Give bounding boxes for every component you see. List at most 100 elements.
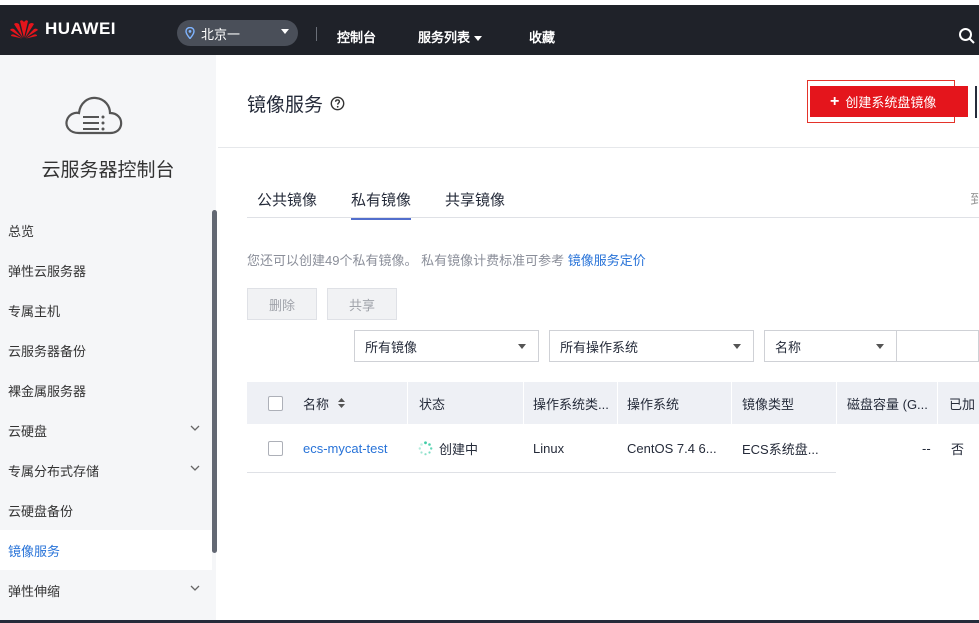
chevron-down-icon <box>190 585 200 591</box>
huawei-logo[interactable]: HUAWEI <box>9 19 116 39</box>
location-pin-icon <box>185 27 195 39</box>
sidebar-item-overview[interactable]: 总览 <box>0 210 212 250</box>
sidebar-item-auto-scaling[interactable]: 弹性伸缩 <box>0 570 212 610</box>
column-image-type-label: 镜像类型 <box>742 396 795 412</box>
top-navigation-bar: HUAWEI 北京一 控制台 服务列表 收藏 <box>0 5 979 55</box>
cell-encrypted: 否 <box>951 441 965 457</box>
nav-favorites[interactable]: 收藏 <box>529 27 555 46</box>
image-name-link[interactable]: ecs-mycat-test <box>303 441 388 456</box>
sidebar-title: 云服务器控制台 <box>41 160 175 181</box>
tab-private-images[interactable]: 私有镜像 <box>351 189 412 220</box>
sidebar-scrollbar[interactable] <box>212 210 217 553</box>
row-divider <box>247 472 836 473</box>
nav-console[interactable]: 控制台 <box>337 27 376 46</box>
column-os-label: 操作系统 <box>627 396 680 412</box>
image-scope-value: 所有镜像 <box>365 339 418 355</box>
sidebar: 云服务器控制台 总览 弹性云服务器 专属主机 云服务器备份 裸金属服务器 云硬盘… <box>0 55 217 623</box>
loading-spinner-icon <box>418 440 433 455</box>
cell-image-type: ECS系统盘... <box>742 441 819 457</box>
column-divider <box>937 382 938 424</box>
image-scope-select[interactable]: 所有镜像 <box>354 330 539 362</box>
table-header: 名称 状态 操作系统类... 操作系统 镜像类型 磁盘容量 (G... 已加 <box>247 382 979 424</box>
sidebar-item-label: 弹性伸缩 <box>8 583 61 599</box>
nav-service-list[interactable]: 服务列表 <box>418 27 483 46</box>
plus-icon: + <box>830 92 840 110</box>
column-name[interactable]: 名称 <box>293 382 407 424</box>
os-value: 所有操作系统 <box>560 339 639 355</box>
status-text: 创建中 <box>439 441 479 457</box>
header-divider <box>218 147 979 148</box>
search-field-select[interactable]: 名称 <box>764 330 897 362</box>
sidebar-header: 云服务器控制台 <box>0 55 216 207</box>
brand-name: HUAWEI <box>45 19 116 38</box>
sidebar-item-evs[interactable]: 云硬盘 <box>0 410 212 450</box>
huawei-flower-icon <box>10 20 38 39</box>
column-os-type: 操作系统类... <box>523 382 617 424</box>
column-name-label: 名称 <box>303 396 330 412</box>
sidebar-item-disk-backup[interactable]: 云硬盘备份 <box>0 490 212 530</box>
cell-os: CentOS 7.4 6... <box>627 440 717 456</box>
image-tabs: 公共镜像 私有镜像 共享镜像 <box>247 186 979 220</box>
sidebar-item-ecs[interactable]: 弹性云服务器 <box>0 250 212 290</box>
sidebar-item-image-service[interactable]: 镜像服务 <box>0 530 212 570</box>
share-button[interactable]: 共享 <box>327 288 397 320</box>
column-divider <box>407 382 408 424</box>
help-icon[interactable] <box>330 96 345 111</box>
sidebar-item-server-backup[interactable]: 云服务器备份 <box>0 330 212 370</box>
row-checkbox[interactable] <box>268 441 283 456</box>
table-row: ecs-mycat-test 创建中 Linux CentOS 7.4 6...… <box>247 424 979 472</box>
create-button-label: 创建系统盘镜像 <box>845 95 937 110</box>
column-status-label: 状态 <box>419 396 446 412</box>
sidebar-item-dss[interactable]: 专属分布式存储 <box>0 450 212 490</box>
column-disk-capacity-label: 磁盘容量 (G... <box>847 396 928 412</box>
adjacent-button-edge[interactable] <box>975 86 977 118</box>
column-disk-capacity: 磁盘容量 (G... <box>837 382 937 424</box>
page-title: 镜像服务 <box>247 90 345 117</box>
column-os-type-label: 操作系统类... <box>533 396 609 412</box>
sidebar-item-dedicated-host[interactable]: 专属主机 <box>0 290 212 330</box>
sidebar-item-label: 云硬盘备份 <box>8 503 74 519</box>
sidebar-item-label: 云服务器备份 <box>8 343 87 359</box>
search-input[interactable] <box>896 330 979 362</box>
chevron-down-icon <box>733 344 741 349</box>
column-encrypted-label: 已加 <box>949 396 976 412</box>
chevron-down-icon <box>474 36 483 42</box>
column-status: 状态 <box>409 382 523 424</box>
tab-public-images[interactable]: 公共镜像 <box>257 189 317 210</box>
search-field-value: 名称 <box>775 339 802 355</box>
chevron-down-icon <box>876 344 884 349</box>
create-button-focus-outline: + 创建系统盘镜像 <box>807 80 968 123</box>
tab-shared-images[interactable]: 共享镜像 <box>445 189 505 210</box>
page-title-text: 镜像服务 <box>247 95 324 116</box>
sidebar-item-bare-metal[interactable]: 裸金属服务器 <box>0 370 212 410</box>
search-icon[interactable] <box>958 27 976 45</box>
nav-divider <box>316 27 317 41</box>
select-all-checkbox[interactable] <box>268 396 283 411</box>
os-select[interactable]: 所有操作系统 <box>549 330 754 362</box>
chevron-down-icon <box>518 344 526 349</box>
cloud-server-icon <box>65 96 123 135</box>
cell-disk-capacity: -- <box>922 440 931 456</box>
cell-name: ecs-mycat-test <box>303 424 388 472</box>
column-image-type: 镜像类型 <box>732 382 836 424</box>
column-os: 操作系统 <box>617 382 731 424</box>
sidebar-item-label: 专属主机 <box>8 303 61 319</box>
sidebar-item-label: 裸金属服务器 <box>8 383 87 399</box>
chevron-down-icon <box>190 425 200 431</box>
column-encrypted: 已加 <box>939 382 979 424</box>
create-system-disk-image-button[interactable]: + 创建系统盘镜像 <box>810 86 968 117</box>
cell-status: 创建中 <box>418 424 478 472</box>
region-selector[interactable]: 北京一 <box>177 20 298 46</box>
sidebar-item-label: 总览 <box>8 223 35 239</box>
sort-icon[interactable] <box>337 397 346 409</box>
tab-right-text[interactable]: 到 <box>970 189 979 209</box>
region-label: 北京一 <box>201 26 241 42</box>
pricing-link[interactable]: 镜像服务定价 <box>568 253 646 268</box>
sidebar-item-label: 专属分布式存储 <box>8 463 100 479</box>
chevron-down-icon <box>281 29 289 34</box>
chevron-down-icon <box>190 465 200 471</box>
delete-button[interactable]: 删除 <box>247 288 317 320</box>
cell-os-type: Linux <box>533 440 565 456</box>
sidebar-item-label: 弹性云服务器 <box>8 263 87 279</box>
nav-service-list-label: 服务列表 <box>418 30 471 45</box>
